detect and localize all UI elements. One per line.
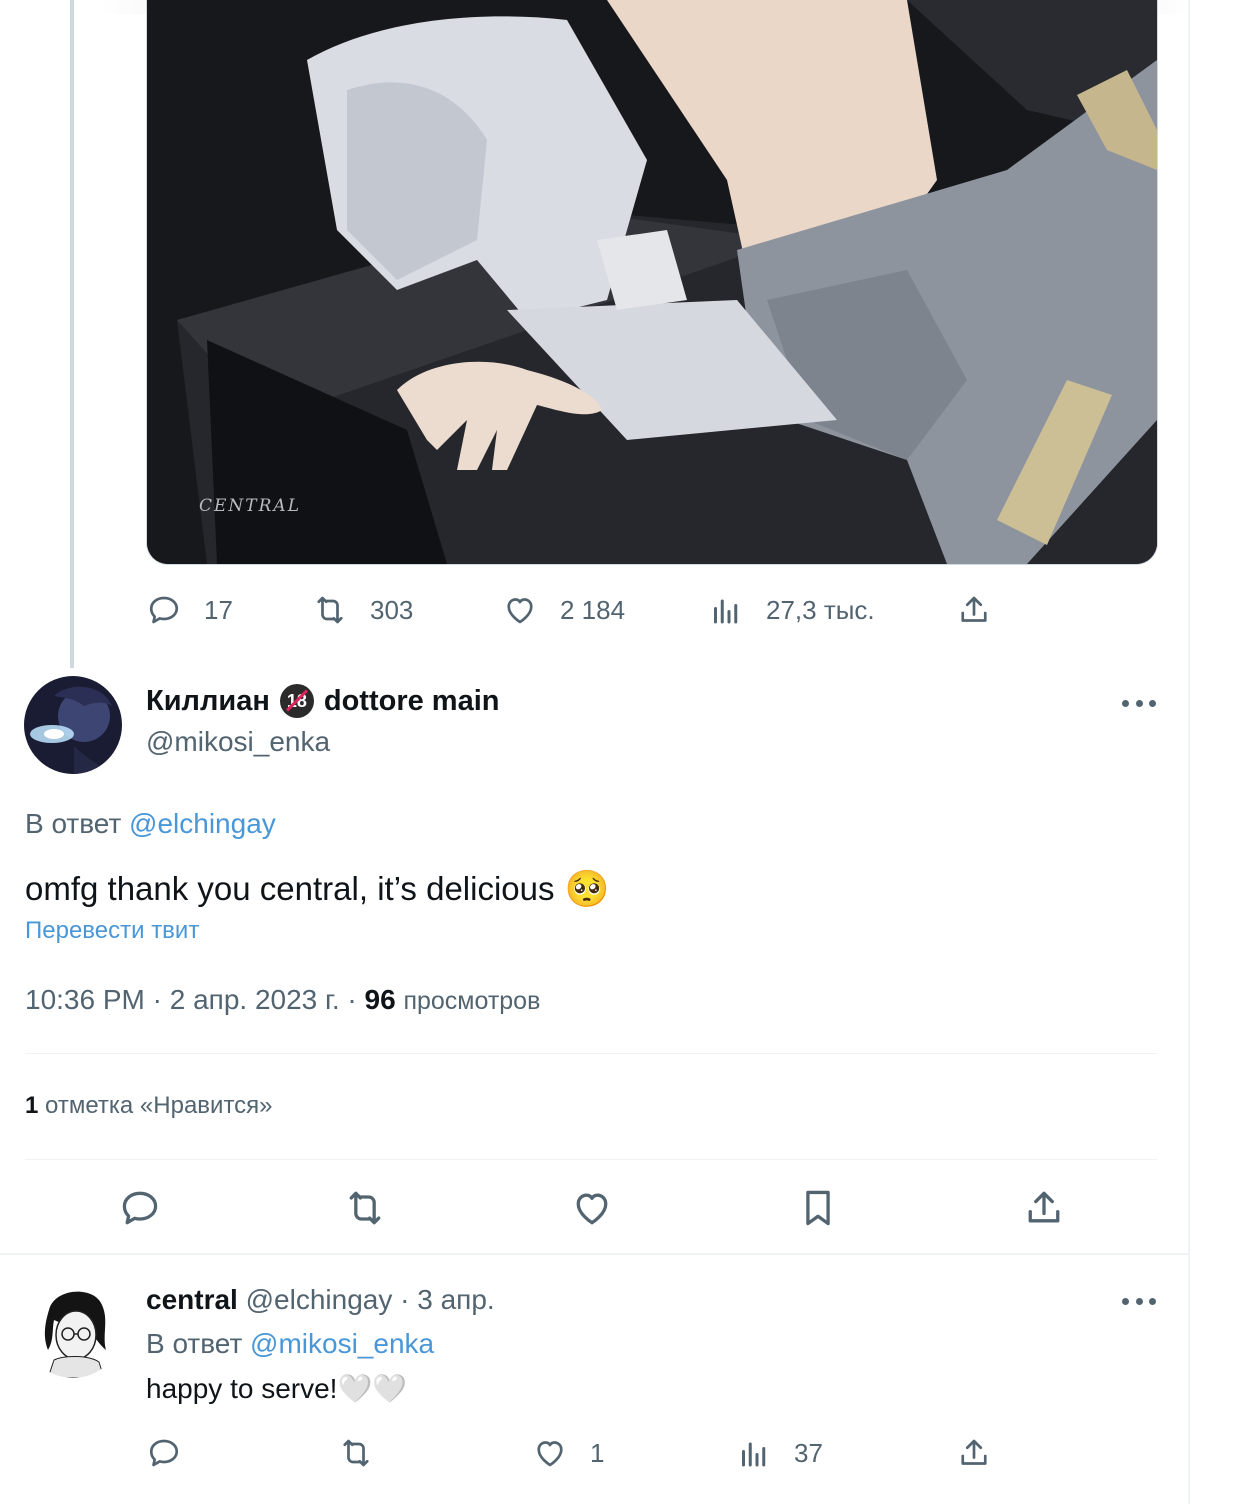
thread-connector-line	[70, 0, 74, 668]
white-heart-emoji-icon: 🤍🤍	[337, 1373, 408, 1404]
bookmark-button[interactable]	[796, 1186, 840, 1235]
tweet-meta: 10:36 PM · 2 апр. 2023 г. · 96 просмотро…	[25, 984, 540, 1016]
views-count: 37	[794, 1437, 823, 1468]
avatar-image	[24, 676, 122, 774]
reply-action[interactable]	[146, 1435, 182, 1471]
reply-author-line: central @elchingay · 3 апр.	[146, 1284, 495, 1316]
retweet-count: 303	[370, 594, 414, 625]
author-display-name[interactable]: Киллиан 18 dottore main	[146, 684, 499, 718]
retweet-icon	[349, 1191, 381, 1225]
reply-button[interactable]	[118, 1186, 162, 1235]
reply-icon	[122, 1191, 158, 1225]
like-action[interactable]: 1	[532, 1435, 604, 1471]
bookmark-icon	[806, 1190, 830, 1226]
heart-icon	[576, 1193, 608, 1225]
like-count: 2 184	[560, 594, 626, 625]
display-name-text: Киллиан	[146, 684, 270, 717]
views-action[interactable]: 37	[736, 1435, 823, 1471]
avatar-image	[24, 1280, 122, 1378]
divider	[25, 1053, 1157, 1054]
analytics-icon	[742, 1442, 766, 1467]
reply-handle[interactable]: @elchingay	[246, 1284, 393, 1315]
reply-to-link[interactable]: @mikosi_enka	[250, 1328, 434, 1359]
heart-icon	[537, 1441, 563, 1467]
avatar[interactable]	[24, 1280, 122, 1378]
share-action[interactable]	[956, 592, 992, 628]
meta-separator: ·	[347, 984, 365, 1015]
tweet-media-image[interactable]: CENTRAL	[146, 0, 1158, 565]
like-count: 1	[590, 1437, 605, 1468]
tweet-text: omfg thank you central, it’s delicious 🥺	[25, 868, 609, 910]
translate-tweet-link[interactable]: Перевести твит	[25, 917, 199, 945]
likes-summary[interactable]: 1 отметка «Нравится»	[25, 1092, 273, 1120]
tweet-text-body: omfg thank you central, it’s delicious	[25, 870, 555, 907]
reply-icon	[149, 596, 179, 624]
views-count: 96	[364, 984, 396, 1015]
reply-action[interactable]: 17	[146, 592, 233, 628]
views-action[interactable]: 27,3 тыс.	[708, 592, 875, 628]
retweet-action[interactable]	[338, 1435, 374, 1471]
retweet-action[interactable]: 303	[312, 592, 413, 628]
age-18-badge-icon: 18	[279, 684, 314, 718]
more-options-icon[interactable]	[1122, 700, 1156, 710]
reply-context: В ответ @mikosi_enka	[146, 1328, 434, 1360]
heart-icon	[507, 598, 533, 624]
tweet-time[interactable]: 10:36 PM	[25, 984, 145, 1015]
reply-context: В ответ @elchingay	[25, 808, 276, 840]
reply-to-link[interactable]: @elchingay	[129, 808, 276, 839]
likes-count: 1	[25, 1092, 39, 1119]
like-action[interactable]: 2 184	[502, 592, 625, 628]
reply-text: happy to serve!🤍🤍	[146, 1372, 407, 1405]
views-count: 27,3 тыс.	[766, 594, 875, 625]
display-name-suffix: dottore main	[323, 684, 500, 717]
reply-text-body: happy to serve!	[146, 1373, 338, 1404]
share-icon	[961, 596, 987, 622]
like-button[interactable]	[570, 1186, 614, 1235]
reply-count: 17	[204, 594, 233, 625]
tweet-date[interactable]: 2 апр. 2023 г.	[170, 984, 340, 1015]
meta-separator: ·	[152, 984, 170, 1015]
reply-display-name[interactable]: central	[146, 1284, 238, 1315]
divider	[0, 1253, 1190, 1255]
likes-label: отметка «Нравится»	[45, 1092, 273, 1119]
retweet-button[interactable]	[343, 1186, 387, 1235]
views-label: просмотров	[403, 987, 541, 1015]
reply-prefix: В ответ	[146, 1328, 243, 1359]
share-icon	[1028, 1191, 1060, 1223]
retweet-icon	[317, 596, 343, 624]
timeline-border	[1188, 0, 1190, 1504]
share-button[interactable]	[1022, 1186, 1066, 1235]
meta-separator: ·	[400, 1284, 410, 1315]
more-options-icon[interactable]	[1122, 1298, 1156, 1308]
reply-date[interactable]: 3 апр.	[417, 1284, 494, 1315]
retweet-icon	[343, 1439, 369, 1467]
divider	[25, 1159, 1157, 1160]
author-handle[interactable]: @mikosi_enka	[146, 726, 330, 758]
pleading-face-emoji-icon: 🥺	[564, 868, 610, 909]
reply-icon	[149, 1439, 179, 1467]
share-icon	[961, 1439, 987, 1465]
artwork-illustration	[147, 0, 1157, 564]
artwork-watermark: CENTRAL	[199, 496, 301, 516]
analytics-icon	[714, 599, 738, 624]
share-action[interactable]	[956, 1435, 992, 1471]
reply-prefix: В ответ	[25, 808, 122, 839]
avatar[interactable]	[24, 676, 122, 774]
